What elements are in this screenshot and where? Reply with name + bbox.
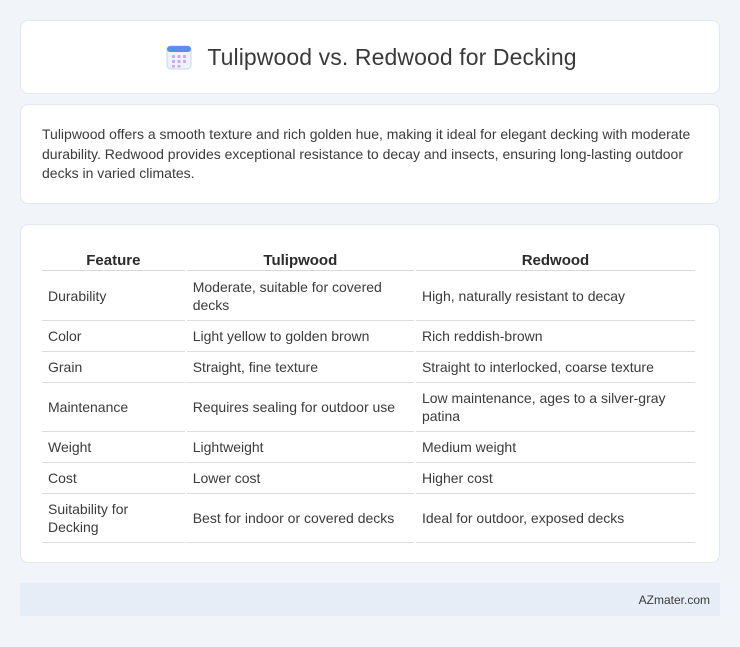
column-header-tulipwood: Tulipwood: [186, 245, 414, 271]
table-cell: Straight, fine texture: [186, 352, 414, 383]
table-row: Maintenance Requires sealing for outdoor…: [42, 383, 695, 432]
table-cell: Durability: [42, 271, 185, 321]
table-row: Color Light yellow to golden brown Rich …: [42, 321, 695, 352]
table-cell: Light yellow to golden brown: [186, 321, 414, 352]
page-title: Tulipwood vs. Redwood for Decking: [207, 43, 577, 70]
table-row: Weight Lightweight Medium weight: [42, 432, 695, 463]
table-cell: Ideal for outdoor, exposed decks: [415, 494, 695, 543]
table-cell: Cost: [42, 463, 185, 494]
title-wrap: Tulipwood vs. Redwood for Decking: [163, 41, 577, 73]
table-cell: Rich reddish-brown: [415, 321, 695, 352]
footer: AZmater.com: [20, 583, 720, 616]
table-cell: Grain: [42, 352, 185, 383]
column-header-redwood: Redwood: [415, 245, 695, 271]
table-cell: High, naturally resistant to decay: [415, 271, 695, 321]
table-cell: Higher cost: [415, 463, 695, 494]
summary-card: Tulipwood offers a smooth texture and ri…: [20, 104, 720, 204]
comparison-table: Feature Tulipwood Redwood Durability Mod…: [40, 245, 697, 543]
table-cell: Requires sealing for outdoor use: [186, 383, 414, 432]
table-cell: Maintenance: [42, 383, 185, 432]
comparison-table-card: Feature Tulipwood Redwood Durability Mod…: [20, 224, 720, 563]
summary-text: Tulipwood offers a smooth texture and ri…: [42, 126, 691, 181]
table-cell: Best for indoor or covered decks: [186, 494, 414, 543]
table-cell: Color: [42, 321, 185, 352]
table-cell: Suitability for Decking: [42, 494, 185, 543]
table-cell: Weight: [42, 432, 185, 463]
table-cell: Lower cost: [186, 463, 414, 494]
table-row: Cost Lower cost Higher cost: [42, 463, 695, 494]
table-cell: Medium weight: [415, 432, 695, 463]
table-cell: Lightweight: [186, 432, 414, 463]
table-cell: Straight to interlocked, coarse texture: [415, 352, 695, 383]
table-row: Durability Moderate, suitable for covere…: [42, 271, 695, 321]
table-cell: Moderate, suitable for covered decks: [186, 271, 414, 321]
title-card: Tulipwood vs. Redwood for Decking: [20, 20, 720, 94]
footer-brand: AZmater.com: [638, 592, 710, 607]
table-cell: Low maintenance, ages to a silver-gray p…: [415, 383, 695, 432]
column-header-feature: Feature: [42, 245, 185, 271]
table-row: Grain Straight, fine texture Straight to…: [42, 352, 695, 383]
table-row: Suitability for Decking Best for indoor …: [42, 494, 695, 543]
calendar-grid-icon: [163, 41, 195, 73]
table-header-row: Feature Tulipwood Redwood: [42, 245, 695, 271]
